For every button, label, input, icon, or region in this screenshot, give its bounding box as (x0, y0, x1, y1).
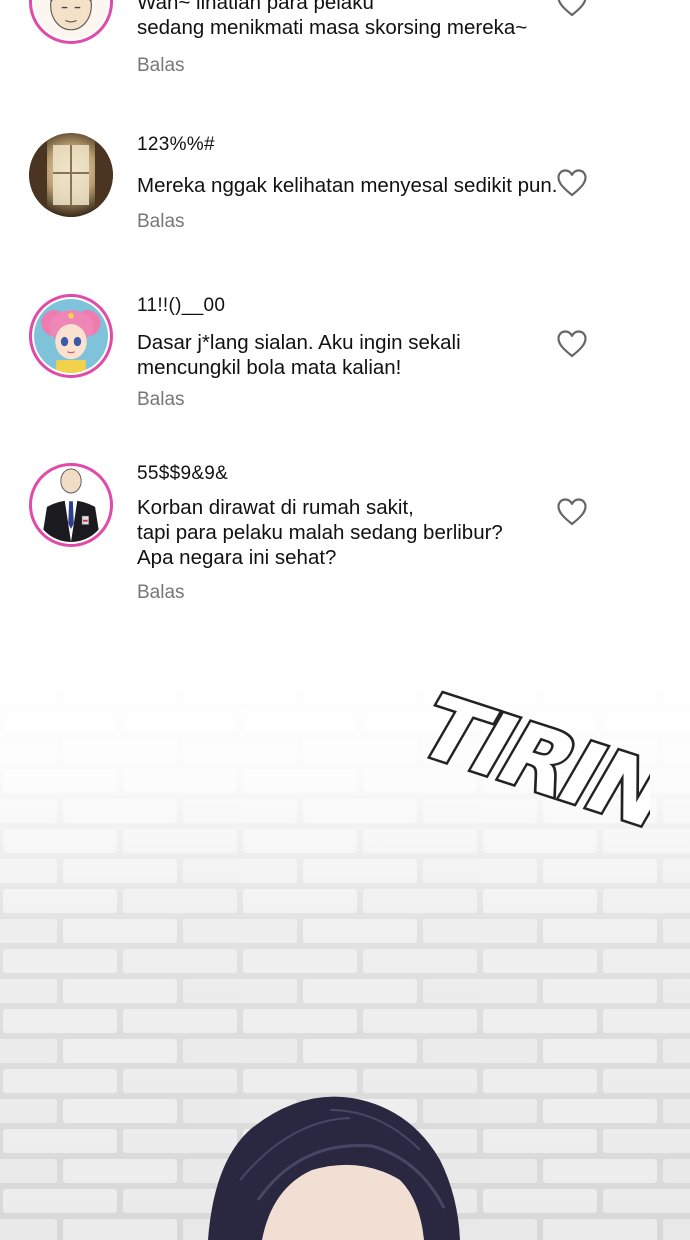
reply-link[interactable]: Balas (137, 389, 185, 411)
heart-icon[interactable] (556, 0, 588, 18)
heart-icon[interactable] (556, 329, 588, 359)
comment-text: Dasar j*lang sialan. Aku ingin sekali me… (137, 331, 461, 379)
comment-username[interactable]: 55$$9&9& (137, 463, 228, 485)
comment-text: Korban dirawat di rumah sakit, tapi para… (137, 496, 503, 569)
reply-link[interactable]: Balas (137, 55, 185, 77)
suited-man-avatar-icon[interactable] (29, 463, 113, 547)
reply-link[interactable]: Balas (137, 211, 185, 233)
sound-effect-text: TIRING (395, 668, 690, 868)
comic-panel: Wah~ lihatlah para pelaku sedang menikma… (0, 0, 690, 1240)
comment-text: Wah~ lihatlah para pelaku sedang menikma… (137, 0, 528, 39)
heart-icon[interactable] (556, 497, 588, 527)
sound-effect-label: TIRING (399, 678, 650, 866)
reply-link[interactable]: Balas (137, 582, 185, 604)
comment-username[interactable]: 11!!()__00 (137, 295, 225, 317)
cartoon-man-avatar-icon[interactable] (29, 0, 113, 44)
anime-girl-avatar-icon[interactable] (29, 294, 113, 378)
comment-text: Mereka nggak kelihatan menyesal sedikit … (137, 174, 558, 197)
heart-icon[interactable] (556, 168, 588, 198)
comment-username[interactable]: 123%%# (137, 134, 215, 156)
window-photo-avatar-icon[interactable] (29, 133, 113, 217)
